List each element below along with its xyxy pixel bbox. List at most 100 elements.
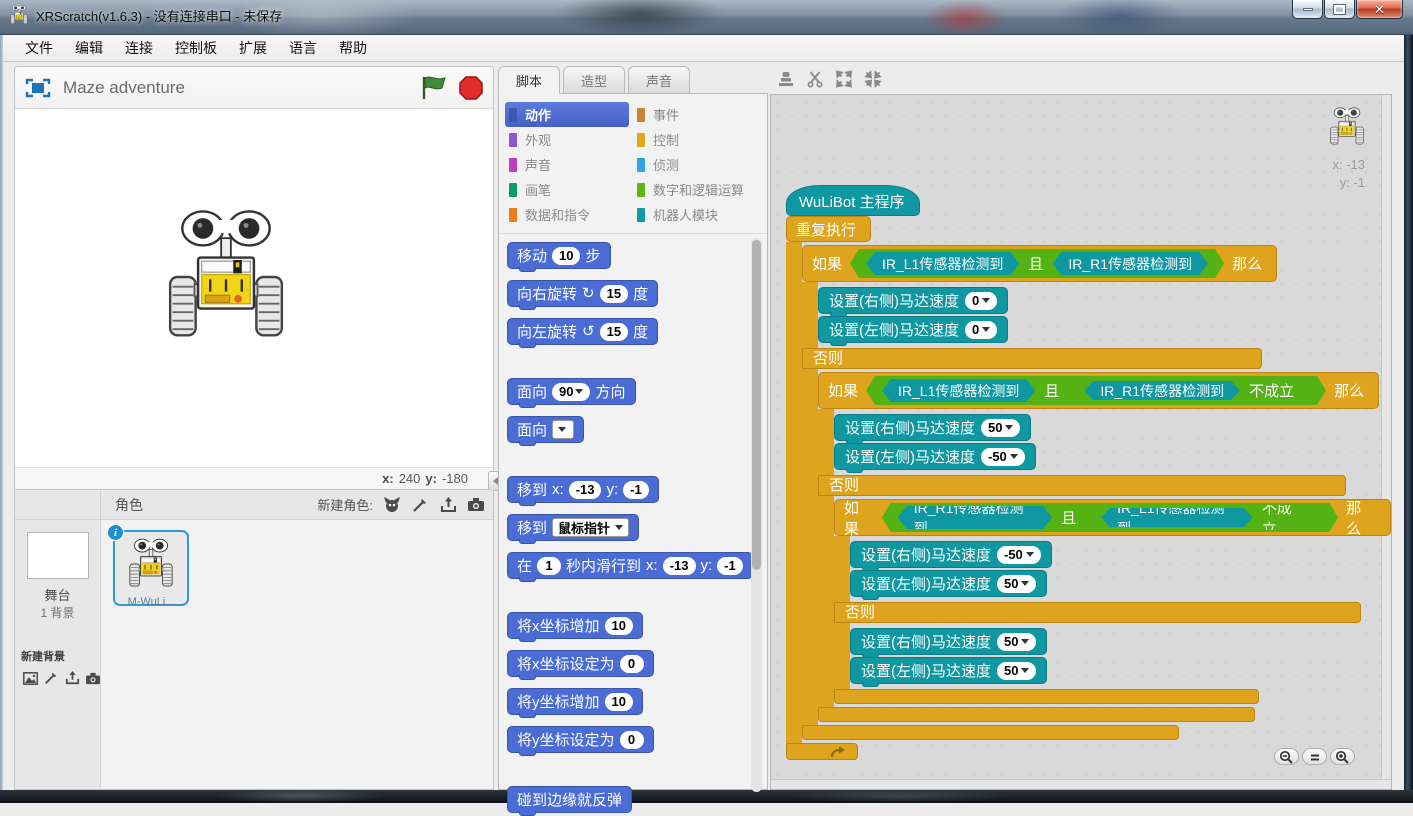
sensor-ir-r1[interactable]: IR_R1传感器检测到 [898, 506, 1052, 529]
degrees-input[interactable]: 15 [600, 323, 628, 341]
category-data[interactable]: 数据和指令 [505, 202, 633, 227]
speed-dropdown[interactable]: -50 [997, 546, 1041, 564]
zoom-out-button[interactable] [1274, 748, 1299, 765]
x-input[interactable]: 0 [620, 655, 644, 673]
dy-input[interactable]: 10 [605, 693, 633, 711]
set-left-motor-speed-block[interactable]: 设置(左侧)马达速度 50 [850, 657, 1047, 684]
if-else-block-2[interactable]: 如果 IR_L1传感器检测到 且 IR_R1传感器检测到 不成立 那么 [818, 372, 1391, 722]
block-point-towards[interactable]: 面向 [507, 416, 584, 443]
close-button[interactable]: ✕ [1356, 0, 1403, 19]
menu-help[interactable]: 帮助 [328, 35, 378, 61]
stop-button[interactable] [459, 76, 483, 100]
tab-scripts[interactable]: 脚本 [498, 66, 560, 94]
set-left-motor-speed-block[interactable]: 设置(左侧)马达速度 50 [850, 570, 1047, 597]
block-set-x[interactable]: 将x坐标设定为 0 [507, 650, 654, 677]
block-point-in-direction[interactable]: 面向 90 方向 [507, 378, 636, 405]
speed-dropdown[interactable]: 50 [997, 662, 1036, 680]
script-vertical-scrollbar[interactable] [1381, 95, 1391, 789]
upload-backdrop-button[interactable] [63, 668, 81, 688]
menu-language[interactable]: 语言 [278, 35, 328, 61]
set-left-motor-speed-block[interactable]: 设置(左侧)马达速度 0 [818, 316, 1008, 343]
not-operator[interactable]: IR_L1传感器检测到 不成立 [1085, 505, 1322, 530]
block-turn-right[interactable]: 向右旋转 ↻ 15 度 [507, 280, 658, 307]
goto-target-dropdown[interactable]: 鼠标指针 [552, 518, 629, 537]
x-input[interactable]: -13 [663, 557, 696, 575]
speed-dropdown[interactable]: -50 [981, 448, 1025, 466]
set-right-motor-speed-block[interactable]: 设置(右侧)马达速度 -50 [850, 541, 1052, 568]
green-flag-button[interactable] [421, 76, 447, 100]
menu-board[interactable]: 控制板 [164, 35, 228, 61]
category-sound[interactable]: 声音 [505, 152, 633, 177]
stage-thumbnail[interactable] [27, 532, 89, 579]
menu-file[interactable]: 文件 [14, 35, 64, 61]
block-turn-left[interactable]: 向左旋转 ↺ 15 度 [507, 318, 658, 345]
zoom-in-button[interactable] [1330, 748, 1355, 765]
speed-dropdown[interactable]: 50 [981, 419, 1020, 437]
delete-scissors-icon[interactable] [805, 68, 825, 90]
x-input[interactable]: -13 [569, 481, 602, 499]
category-control[interactable]: 控制 [633, 127, 761, 152]
sensor-ir-l1[interactable]: IR_L1传感器检测到 [1101, 508, 1253, 527]
dx-input[interactable]: 10 [605, 617, 633, 635]
tab-costumes[interactable]: 造型 [563, 66, 625, 94]
script-area[interactable]: x: -13 y: -1 WuLiBot 主程序 重复执行 如果 IR_L1传感… [770, 94, 1392, 790]
direction-dropdown[interactable]: 90 [552, 383, 590, 401]
stage-canvas[interactable] [15, 109, 493, 467]
block-goto-mouse[interactable]: 移到 鼠标指针 [507, 514, 639, 541]
upload-sprite-button[interactable] [437, 495, 459, 515]
sensor-ir-l1[interactable]: IR_L1传感器检测到 [866, 252, 1019, 275]
minimize-button[interactable] [1292, 0, 1323, 19]
and-operator[interactable]: IR_L1传感器检测到 且 IR_R1传感器检测到 [850, 249, 1224, 278]
speed-dropdown[interactable]: 0 [965, 292, 997, 310]
seconds-input[interactable]: 1 [537, 557, 561, 575]
and-operator[interactable]: IR_R1传感器检测到 且 IR_L1传感器检测到 不成立 [882, 503, 1338, 532]
y-input[interactable]: -1 [717, 557, 743, 575]
category-robot-module[interactable]: 机器人模块 [633, 202, 761, 227]
hat-block-wulibot-main[interactable]: WuLiBot 主程序 [786, 185, 920, 216]
fullscreen-icon[interactable] [25, 78, 51, 98]
sensor-ir-r1[interactable]: IR_R1传感器检测到 [1052, 252, 1208, 275]
script-horizontal-scrollbar[interactable] [771, 779, 1391, 789]
new-sprite-from-library-button[interactable] [381, 495, 403, 515]
if-else-block-3[interactable]: 如果 IR_R1传感器检测到 且 IR_L1传感器检测到 不成立 [834, 499, 1391, 704]
steps-input[interactable]: 10 [552, 247, 580, 265]
tab-sounds[interactable]: 声音 [628, 66, 690, 94]
not-operator[interactable]: IR_R1传感器检测到 不成立 [1068, 378, 1310, 403]
category-looks[interactable]: 外观 [505, 127, 633, 152]
set-left-motor-speed-block[interactable]: 设置(左侧)马达速度 -50 [834, 443, 1036, 470]
block-move-steps[interactable]: 移动 10 步 [507, 242, 611, 269]
palette-scrollbar-thumb[interactable] [752, 240, 761, 570]
forever-block[interactable]: 重复执行 如果 IR_L1传感器检测到 且 IR_R1传感器检测到 那么 [786, 216, 1391, 760]
category-events[interactable]: 事件 [633, 102, 761, 127]
if-else-block-1[interactable]: 如果 IR_L1传感器检测到 且 IR_R1传感器检测到 那么 设置(右侧)马达… [802, 245, 1391, 740]
stage-sprite-robot[interactable] [165, 209, 287, 345]
speed-dropdown[interactable]: 0 [965, 321, 997, 339]
sprite-info-button[interactable]: i [107, 524, 124, 541]
duplicate-stamp-icon[interactable] [776, 68, 796, 90]
target-dropdown[interactable] [552, 420, 574, 439]
zoom-reset-button[interactable] [1302, 748, 1327, 765]
camera-sprite-button[interactable] [465, 495, 487, 515]
y-input[interactable]: -1 [623, 481, 649, 499]
category-motion[interactable]: 动作 [505, 102, 629, 127]
category-pen[interactable]: 画笔 [505, 177, 633, 202]
and-operator[interactable]: IR_L1传感器检测到 且 IR_R1传感器检测到 不成立 [866, 376, 1326, 405]
block-goto-xy[interactable]: 移到 x: -13 y: -1 [507, 476, 659, 503]
set-right-motor-speed-block[interactable]: 设置(右侧)马达速度 0 [818, 287, 1008, 314]
paint-new-backdrop-button[interactable] [42, 668, 60, 688]
speed-dropdown[interactable]: 50 [997, 633, 1036, 651]
menu-connect[interactable]: 连接 [114, 35, 164, 61]
block-glide-to-xy[interactable]: 在 1 秒内滑行到 x: -13 y: -1 [507, 552, 753, 579]
set-right-motor-speed-block[interactable]: 设置(右侧)马达速度 50 [850, 628, 1047, 655]
speed-dropdown[interactable]: 50 [997, 575, 1036, 593]
block-change-y[interactable]: 将y坐标增加 10 [507, 688, 643, 715]
grow-sprite-icon[interactable] [834, 68, 854, 90]
sprite-card-selected[interactable]: i M-WuLi... [113, 530, 189, 606]
sensor-ir-l1[interactable]: IR_L1传感器检测到 [882, 379, 1035, 402]
paint-new-sprite-button[interactable] [409, 495, 431, 515]
menu-extensions[interactable]: 扩展 [228, 35, 278, 61]
degrees-input[interactable]: 15 [600, 285, 628, 303]
sensor-ir-r1[interactable]: IR_R1传感器检测到 [1084, 381, 1240, 400]
block-set-y[interactable]: 将y坐标设定为 0 [507, 726, 654, 753]
category-sensing[interactable]: 侦测 [633, 152, 761, 177]
